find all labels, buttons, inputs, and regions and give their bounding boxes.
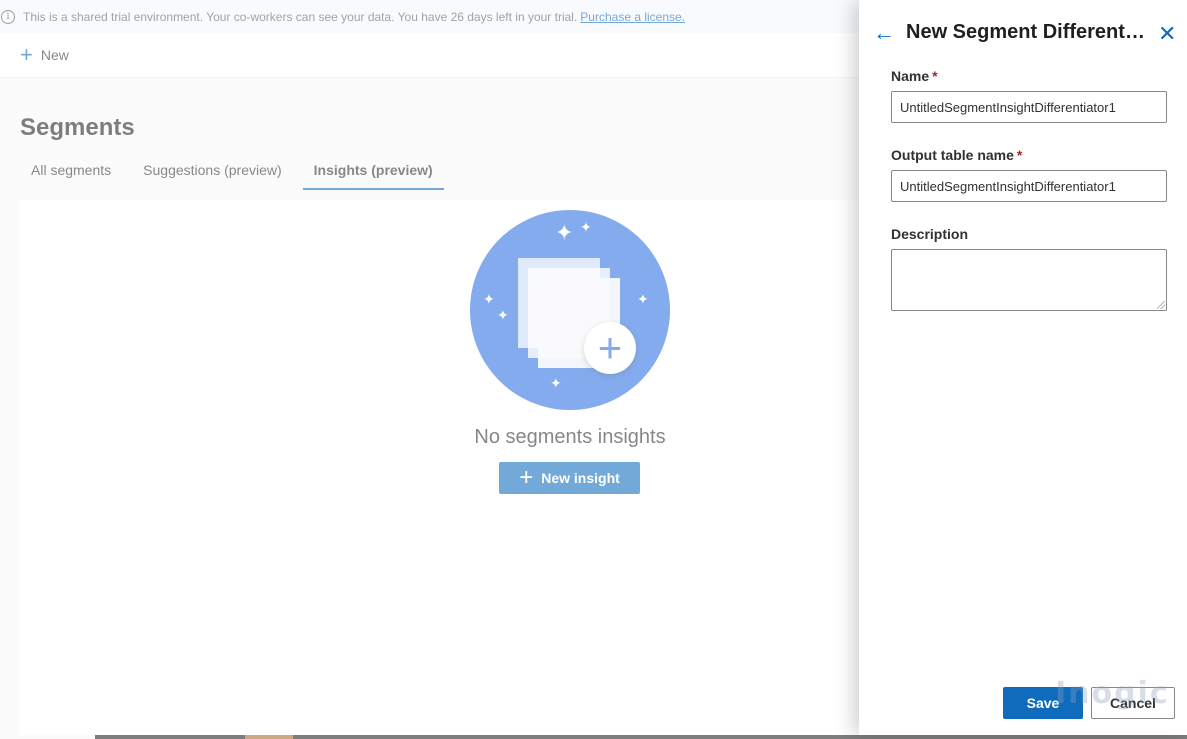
back-arrow-icon[interactable]: ←: [873, 22, 895, 44]
output-table-label: Output table name *: [891, 147, 1023, 163]
side-panel: ← New Segment Differentiator ✕ Name * Unt…: [859, 0, 1187, 735]
description-label: Description: [891, 226, 969, 242]
watermark-logo: Inogic: [1055, 676, 1170, 711]
panel-title: New Segment Differentiator: [906, 21, 1146, 43]
close-icon[interactable]: ✕: [1158, 23, 1176, 45]
description-field[interactable]: [891, 249, 1167, 311]
resize-handle[interactable]: [1157, 301, 1165, 309]
name-label: Name *: [891, 68, 938, 84]
output-table-field[interactable]: UntitledSegmentInsightDifferentiator1: [891, 170, 1167, 202]
name-field[interactable]: UntitledSegmentInsightDifferentiator1: [891, 91, 1167, 123]
